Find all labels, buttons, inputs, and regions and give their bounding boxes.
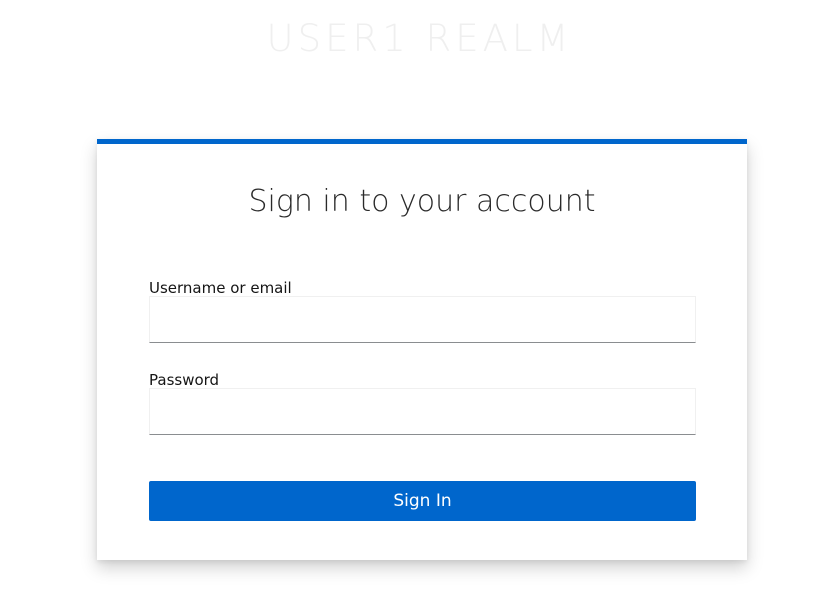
password-label: Password [149, 371, 220, 389]
login-card: Sign in to your account Username or emai… [97, 139, 747, 560]
page-title: Sign in to your account [248, 184, 596, 219]
password-input[interactable] [149, 388, 696, 435]
login-page: USER1 REALM Sign in to your account User… [0, 0, 839, 616]
username-input[interactable] [149, 296, 696, 343]
sign-in-button[interactable]: Sign In [149, 481, 696, 521]
realm-title: USER1 REALM [266, 17, 573, 60]
username-label: Username or email [149, 279, 292, 297]
